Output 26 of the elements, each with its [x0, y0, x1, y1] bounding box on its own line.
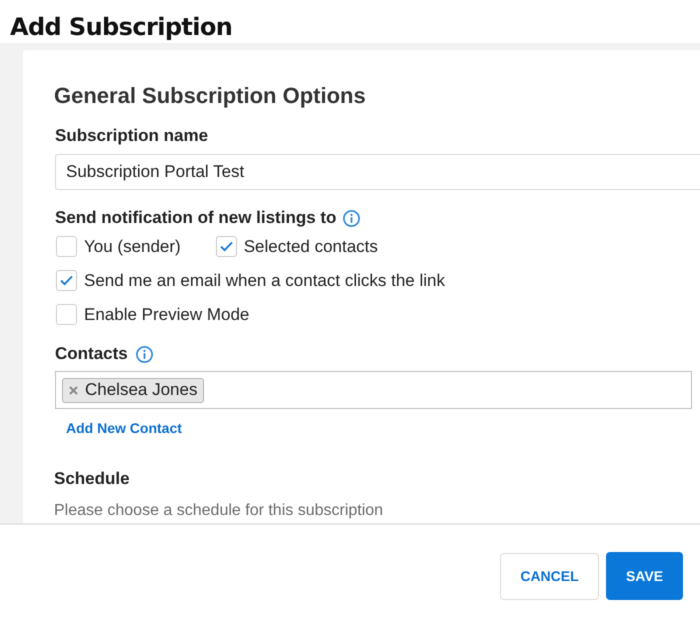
check-icon — [220, 241, 233, 252]
checkbox-label: Send me an email when a contact clicks the link — [84, 270, 445, 290]
page-title: Add Subscription — [10, 12, 232, 40]
checkbox-label: You (sender) — [84, 236, 181, 256]
field-label: Send notification of new listings to — [55, 208, 336, 228]
checkbox-label: Enable Preview Mode — [84, 304, 250, 324]
add-contact-link[interactable]: Add New Contact — [66, 419, 182, 437]
contact-tag[interactable]: Chelsea Jones — [62, 378, 204, 402]
section-heading: General Subscription Options — [54, 83, 366, 109]
checkbox[interactable] — [56, 304, 77, 325]
checkbox[interactable] — [216, 236, 237, 257]
remove-icon[interactable] — [69, 386, 78, 394]
checkbox-label: Selected contacts — [244, 236, 378, 256]
schedule-heading: Schedule — [54, 469, 130, 489]
cancel-button[interactable]: CANCEL — [500, 553, 599, 600]
contacts-input[interactable]: Chelsea Jones — [55, 371, 692, 409]
checkbox[interactable] — [56, 270, 77, 291]
checkbox[interactable] — [56, 236, 77, 257]
subscription-name-input[interactable]: Subscription Portal Test — [55, 154, 700, 190]
schedule-description: Please choose a schedule for this subscription — [54, 501, 384, 521]
field-label: Contacts — [55, 344, 128, 364]
info-icon[interactable] — [136, 346, 153, 362]
field-label: Subscription name — [55, 126, 208, 146]
check-icon — [60, 275, 73, 286]
info-icon[interactable] — [343, 210, 360, 226]
save-button[interactable]: SAVE — [606, 552, 683, 600]
